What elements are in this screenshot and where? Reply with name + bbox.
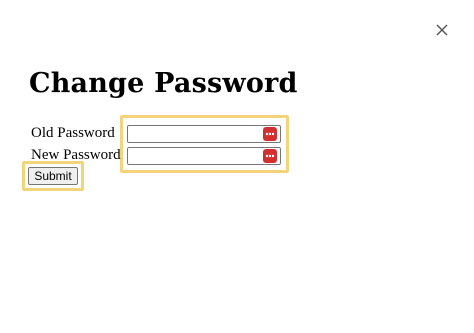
new-password-field-wrapper[interactable] bbox=[127, 147, 281, 165]
close-icon bbox=[436, 24, 448, 36]
page-title: Change Password bbox=[29, 68, 298, 99]
dots-icon bbox=[265, 132, 275, 136]
password-manager-icon[interactable] bbox=[263, 127, 277, 141]
old-password-field[interactable] bbox=[130, 127, 258, 141]
close-button[interactable] bbox=[432, 20, 452, 40]
old-password-field-wrapper[interactable] bbox=[127, 125, 281, 143]
old-password-label: Old Password bbox=[31, 125, 115, 141]
dots-icon bbox=[265, 154, 275, 158]
password-manager-icon[interactable] bbox=[263, 149, 277, 163]
new-password-field[interactable] bbox=[130, 149, 258, 163]
new-password-label: New Password bbox=[31, 147, 121, 163]
submit-button[interactable]: Submit bbox=[28, 167, 78, 185]
